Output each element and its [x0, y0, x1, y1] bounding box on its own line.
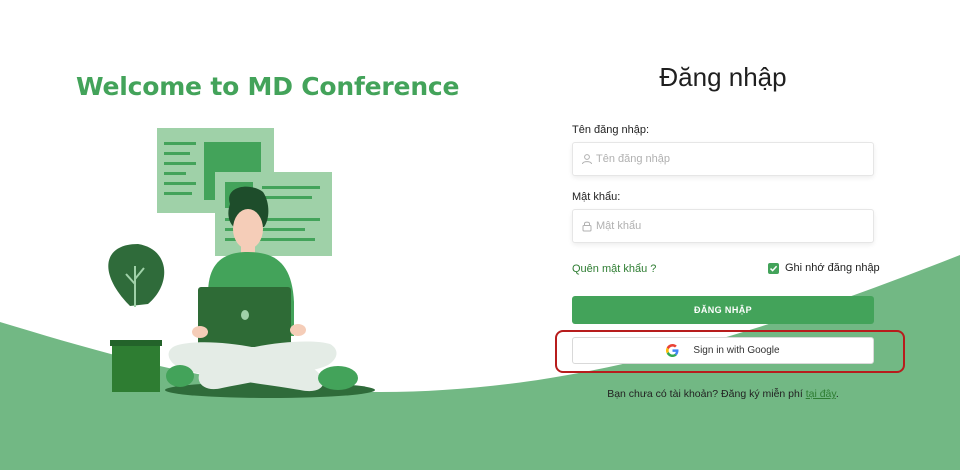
password-input[interactable]	[596, 220, 856, 232]
remember-me-toggle[interactable]: Ghi nhớ đăng nhập	[768, 262, 880, 274]
user-icon	[582, 154, 592, 165]
welcome-heading: Welcome to MD Conference	[76, 72, 460, 101]
signup-link[interactable]: tại đây	[806, 388, 836, 400]
username-field[interactable]	[572, 142, 874, 176]
login-button[interactable]: ĐĂNG NHẬP	[572, 296, 874, 324]
forgot-password-link[interactable]: Quên mật khẩu ?	[572, 263, 656, 275]
username-label: Tên đăng nhập:	[572, 124, 650, 136]
highlight-frame	[555, 330, 905, 373]
password-field[interactable]	[572, 209, 874, 243]
lock-icon	[582, 221, 592, 232]
signup-prompt: Bạn chưa có tài khoản? Đăng ký miễn phí …	[572, 388, 874, 400]
check-icon	[769, 265, 778, 272]
signup-text: Bạn chưa có tài khoản? Đăng ký miễn phí	[607, 388, 803, 400]
username-input[interactable]	[596, 153, 856, 165]
password-label: Mật khẩu:	[572, 191, 621, 203]
signup-suffix: .	[835, 388, 839, 400]
remember-me-label: Ghi nhớ đăng nhập	[785, 262, 880, 274]
welcome-illustration	[108, 128, 375, 398]
remember-me-checkbox[interactable]	[768, 262, 779, 274]
login-title: Đăng nhập	[659, 62, 787, 92]
